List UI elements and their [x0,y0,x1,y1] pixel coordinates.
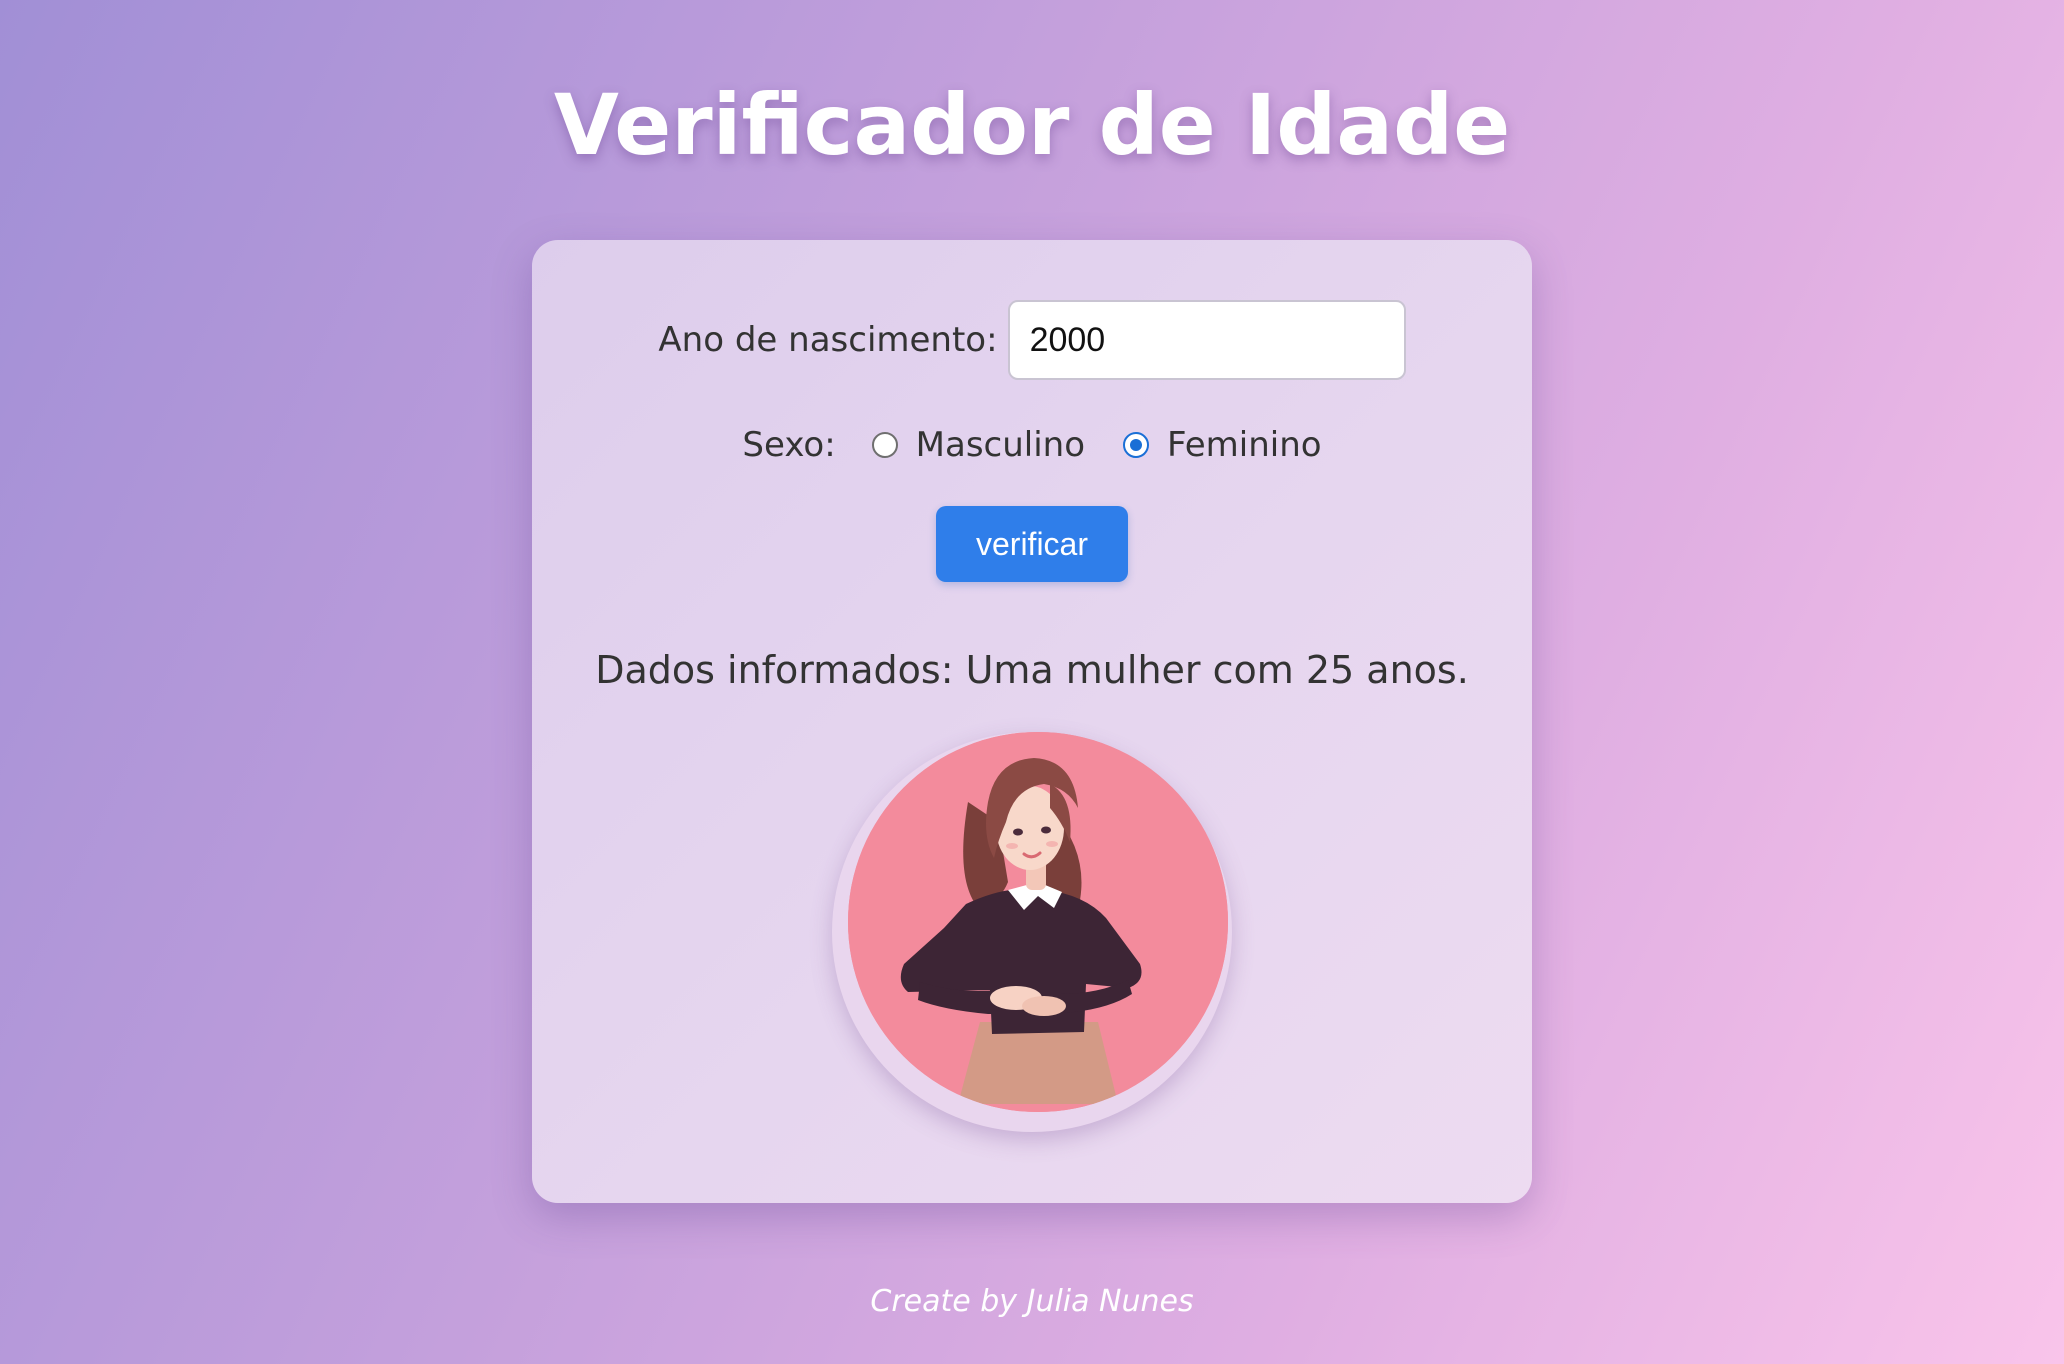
verify-button[interactable]: verificar [936,506,1128,582]
page-title: Verificador de Idade [553,76,1511,174]
radio-masculino[interactable] [871,432,898,458]
sex-label: Sexo: [742,425,836,465]
sex-row: Sexo: Masculino Feminino [532,420,1532,470]
birth-year-row: Ano de nascimento: [532,300,1532,380]
result-text: Dados informados: Uma mulher com 25 anos… [595,648,1469,692]
avatar-frame [832,732,1232,1132]
radio-selected-dot [1130,439,1143,451]
birth-year-label: Ano de nascimento: [658,320,998,360]
radio-feminino[interactable] [1123,432,1150,458]
footer-credit: Create by Julia Nunes [870,1284,1194,1319]
birth-year-input[interactable] [1007,300,1406,380]
woman-avatar-icon [848,732,1228,1112]
radio-feminino-label[interactable]: Feminino [1167,425,1322,465]
radio-masculino-label[interactable]: Masculino [916,425,1085,465]
form-card: Ano de nascimento: Sexo: Masculino Femin… [532,240,1532,1203]
